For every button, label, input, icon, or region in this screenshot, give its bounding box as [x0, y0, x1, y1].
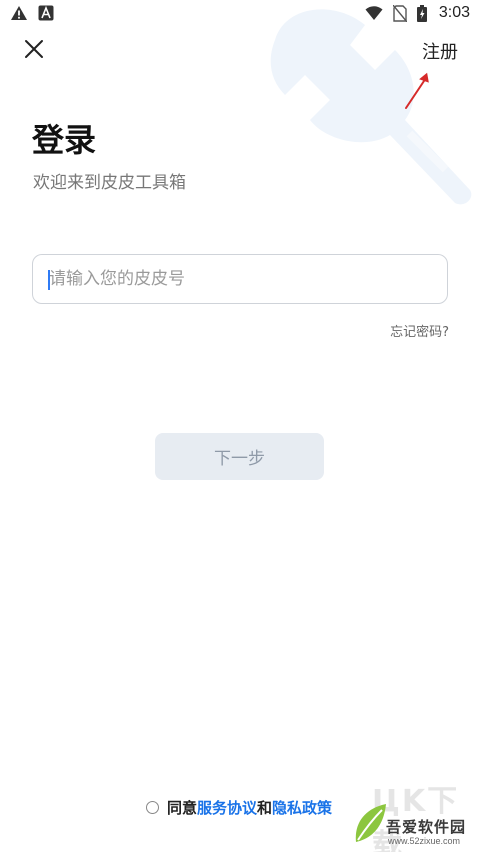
leaf-logo-icon: [355, 804, 386, 842]
status-right-icons: 3:03: [365, 4, 470, 22]
warning-icon: [11, 6, 27, 20]
annotation-arrow-icon: [405, 72, 429, 109]
account-input-box: [32, 254, 448, 304]
status-bar: 3:03: [0, 0, 480, 26]
next-step-button[interactable]: 下一步: [155, 433, 324, 480]
agree-radio[interactable]: [146, 801, 159, 814]
battery-icon: [416, 4, 427, 22]
app-a-icon: [38, 5, 54, 21]
forgot-password-link[interactable]: 忘记密码?: [390, 321, 449, 340]
page-title: 登录: [32, 121, 97, 159]
register-link[interactable]: 注册: [422, 38, 458, 64]
wrench-watermark-icon: [270, 9, 472, 205]
status-time: 3:03: [438, 4, 470, 21]
page-subtitle: 欢迎来到皮皮工具箱: [33, 173, 186, 193]
agree-prefix: 同意: [167, 799, 198, 817]
watermark-brand: 吾爱软件园: [386, 818, 467, 836]
no-sim-icon: [392, 4, 407, 22]
service-agreement-link[interactable]: 服务协议: [197, 797, 257, 818]
agreement-row: 同意 服务协议 和 隐私政策: [146, 797, 332, 818]
status-left-icons: [10, 5, 54, 21]
privacy-policy-link[interactable]: 隐私政策: [272, 797, 332, 818]
account-input[interactable]: [33, 255, 447, 303]
text-caret: [48, 270, 50, 290]
watermark-url: www.52zixue.com: [388, 836, 461, 846]
agree-joiner: 和: [257, 799, 273, 817]
close-icon[interactable]: [22, 37, 46, 61]
wifi-icon: [365, 5, 383, 20]
login-screen: 3:03 注册 登录 欢迎来到皮皮工具箱 忘记密码? 下一步 同意 服务协议 和…: [0, 0, 480, 852]
site-watermark: ЦK下载 吾爱软件园 www.52zixue.com: [352, 772, 480, 852]
